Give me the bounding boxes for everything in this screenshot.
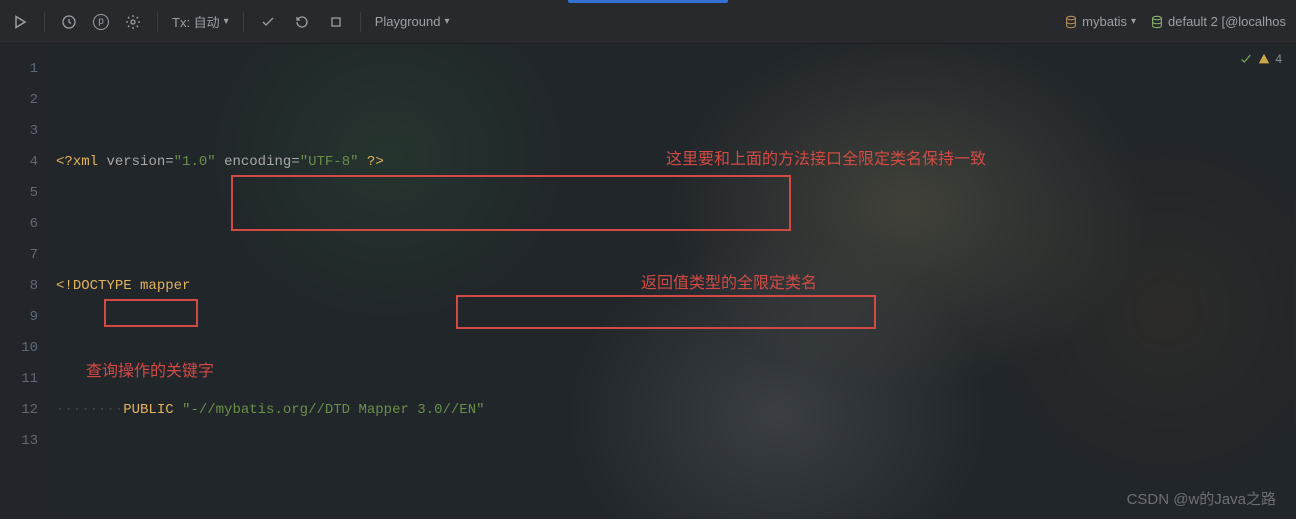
line-number: 11 — [0, 364, 38, 395]
active-tab-indicator — [568, 0, 728, 3]
code-area[interactable]: <?xml version="1.0" encoding="UTF-8" ?> … — [56, 44, 1296, 519]
line-number: 5 — [0, 178, 38, 209]
annotation-box — [231, 175, 791, 231]
line-number: 3 — [0, 116, 38, 147]
code-line: ········PUBLIC "-//mybatis.org//DTD Mapp… — [56, 395, 1296, 426]
tx-mode-dropdown[interactable]: Tx: 自动 ▾ — [172, 12, 229, 31]
line-number: 2 — [0, 85, 38, 116]
line-number: 4 — [0, 147, 38, 178]
line-number: 10 — [0, 333, 38, 364]
line-number: 6 — [0, 209, 38, 240]
playground-label: Playground — [375, 14, 441, 29]
chevron-down-icon: ▾ — [444, 16, 449, 27]
revert-icon[interactable] — [292, 12, 312, 32]
chevron-down-icon: ▾ — [1131, 16, 1136, 27]
tx-mode-label: Tx: 自动 — [172, 12, 220, 31]
session-selector[interactable]: default 2 [@localhos — [1150, 14, 1286, 29]
line-number: 1 — [0, 54, 38, 85]
schema-selector[interactable]: mybatis ▾ — [1064, 14, 1136, 29]
annotation-text: 查询操作的关键字 — [86, 356, 214, 387]
line-number: 7 — [0, 240, 38, 271]
playground-dropdown[interactable]: Playground ▾ — [375, 14, 450, 29]
code-editor[interactable]: 4 1 2 3 4 5 6 7 8 9 10 11 12 13 <?xml ve… — [0, 44, 1296, 519]
stop-icon[interactable] — [326, 12, 346, 32]
run-icon[interactable] — [10, 12, 30, 32]
annotation-box — [104, 299, 198, 327]
schema-label: mybatis — [1082, 14, 1127, 29]
schema-icon — [1064, 15, 1078, 29]
gutter: 1 2 3 4 5 6 7 8 9 10 11 12 13 — [0, 44, 56, 519]
line-number: 13 — [0, 426, 38, 457]
code-line: <?xml version="1.0" encoding="UTF-8" ?> — [56, 147, 1296, 178]
line-number: 8 — [0, 271, 38, 302]
chevron-down-icon: ▾ — [224, 16, 229, 27]
run-toolbar: p Tx: 自动 ▾ Playground ▾ mybatis ▾ defaul… — [0, 0, 1296, 44]
database-icon — [1150, 15, 1164, 29]
settings-icon[interactable] — [123, 12, 143, 32]
session-label: default 2 [@localhos — [1168, 14, 1286, 29]
history-icon[interactable] — [59, 12, 79, 32]
commit-icon[interactable] — [258, 12, 278, 32]
rollback-icon[interactable]: p — [93, 14, 109, 30]
line-number: 12 — [0, 395, 38, 426]
line-number: 9 — [0, 302, 38, 333]
code-line: <!DOCTYPE mapper — [56, 271, 1296, 302]
